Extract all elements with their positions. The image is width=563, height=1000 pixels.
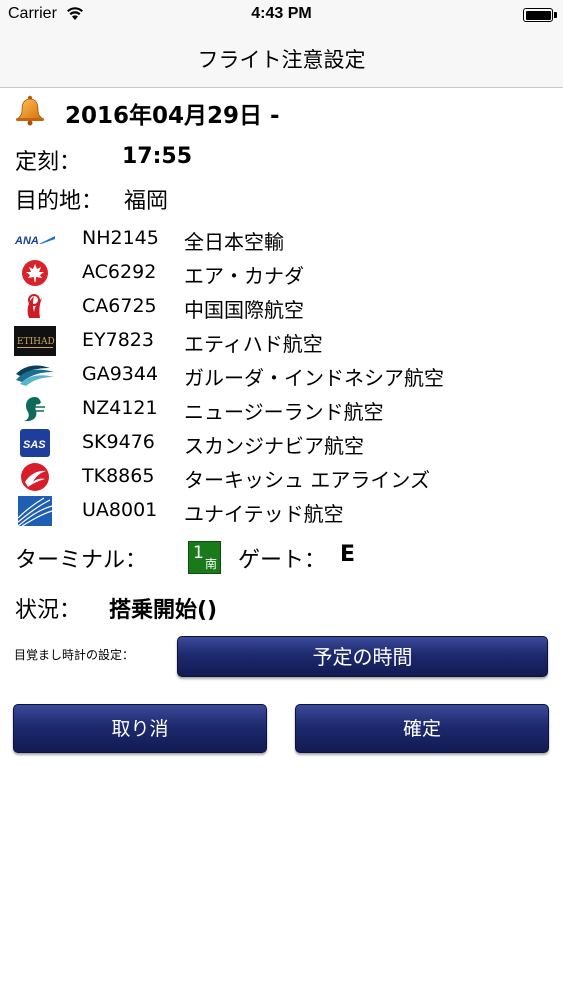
airline-name: ターキッシュ エアラインズ [184, 468, 430, 492]
gate-value: E [340, 542, 356, 567]
united-logo-icon [17, 496, 53, 526]
flight-code: AC6292 [82, 261, 157, 283]
list-item: CA6725 中国国際航空 [0, 290, 563, 324]
etihad-logo-icon: ETIHAD [14, 326, 56, 356]
air-china-logo-icon [27, 294, 42, 318]
svg-text:ANA: ANA [14, 235, 39, 247]
terminal-label: ターミナル： [15, 548, 148, 573]
cancel-button[interactable]: 取り消 [13, 704, 267, 753]
terminal-number: 1 [193, 543, 204, 563]
flight-code: GA9344 [82, 363, 159, 385]
flight-code: TK8865 [82, 465, 155, 487]
airline-name: 全日本空輸 [184, 230, 284, 254]
ana-logo-icon: ANA [14, 235, 55, 247]
airline-name: 中国国際航空 [184, 298, 304, 322]
page-title: フライト注意設定 [197, 48, 366, 72]
list-item: NZ4121 ニュージーランド航空 [0, 392, 563, 426]
airline-name: ニュージーランド航空 [184, 400, 384, 424]
flight-code: UA8001 [82, 499, 158, 521]
turkish-airlines-logo-icon [21, 463, 49, 491]
flight-code: SK9476 [82, 431, 155, 453]
svg-text:ETIHAD: ETIHAD [17, 337, 55, 347]
garuda-logo-icon [16, 365, 54, 386]
clock: 4:43 PM [251, 5, 312, 22]
list-item: UA8001 ユナイテッド航空 [0, 494, 563, 528]
departure-label: 定刻： [15, 150, 82, 175]
air-canada-logo-icon [22, 260, 48, 286]
status-label: 状況： [15, 598, 82, 623]
list-item: GA9344 ガルーダ・インドネシア航空 [0, 358, 563, 392]
flight-code: EY7823 [82, 329, 154, 351]
flight-date: 2016年04月29日 - [65, 103, 280, 129]
departure-time: 17:55 [122, 144, 193, 169]
list-item: ANA NH2145 全日本空輸 [0, 222, 563, 256]
sas-logo-icon: SAS [20, 429, 50, 457]
airline-name: スカンジナビア航空 [184, 434, 364, 458]
alarm-setting-label: 目覚まし時計の設定： [14, 648, 135, 662]
airline-name: エティハド航空 [184, 332, 323, 356]
gate-label: ゲート： [238, 548, 327, 573]
list-item: AC6292 エア・カナダ [0, 256, 563, 290]
flight-code: NZ4121 [82, 397, 158, 419]
status-bar: Carrier 4:43 PM [0, 0, 563, 30]
battery-icon [523, 8, 557, 22]
flight-code: CA6725 [82, 295, 157, 317]
status-value: 搭乗開始() [109, 598, 218, 623]
bell-icon [15, 95, 45, 126]
airline-name: ユナイテッド航空 [184, 502, 344, 526]
svg-text:SAS: SAS [23, 439, 46, 451]
air-new-zealand-logo-icon [24, 397, 45, 422]
terminal-badge: 1 南 [188, 541, 221, 574]
terminal-sub: 南 [204, 557, 217, 571]
airline-name: ガルーダ・インドネシア航空 [184, 366, 444, 390]
alarm-time-button[interactable]: 予定の時間 [177, 636, 548, 677]
destination-value: 福岡 [124, 189, 169, 214]
list-item: TK8865 ターキッシュ エアラインズ [0, 460, 563, 494]
destination-label: 目的地： [15, 189, 104, 214]
airline-name: エア・カナダ [184, 264, 304, 288]
list-item: SAS SK9476 スカンジナビア航空 [0, 426, 563, 460]
navigation-bar: フライト注意設定 [0, 30, 563, 88]
list-item: ETIHAD EY7823 エティハド航空 [0, 324, 563, 358]
flight-code: NH2145 [82, 227, 159, 249]
confirm-button[interactable]: 確定 [295, 704, 549, 753]
